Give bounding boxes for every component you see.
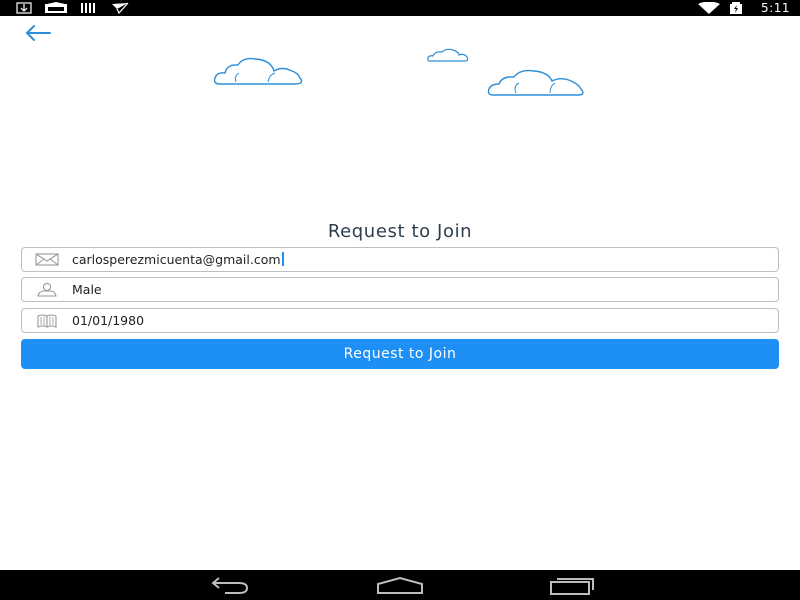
back-nav-icon[interactable] (205, 575, 253, 595)
person-icon (37, 282, 57, 297)
recents-nav-icon[interactable] (548, 575, 596, 595)
arrow-left-icon (26, 25, 51, 41)
calendar-icon (37, 314, 57, 328)
send-icon (112, 2, 129, 14)
cloud-icon (487, 69, 584, 96)
birthdate-value: 01/01/1980 (72, 313, 145, 328)
cloud-icon (427, 48, 469, 62)
navigation-bar (0, 570, 800, 600)
clock: 5:11 (761, 1, 790, 15)
email-text: carlosperezmicuenta@gmail.com (72, 252, 281, 267)
barcode-icon (81, 3, 95, 13)
back-button[interactable] (22, 22, 54, 44)
envelope-icon (35, 253, 59, 266)
cloud-icon (213, 57, 303, 85)
email-value: carlosperezmicuenta@gmail.com (72, 248, 284, 271)
battery-icon (730, 2, 742, 14)
download-icon (16, 2, 32, 14)
image-icon (45, 2, 67, 13)
request-to-join-screen: 5:11 Request to Join carlosperezmicuenta… (0, 0, 800, 600)
home-nav-icon[interactable] (375, 575, 425, 595)
wifi-icon (698, 2, 720, 14)
text-cursor (281, 252, 284, 266)
request-to-join-button[interactable]: Request to Join (21, 339, 779, 369)
page-title: Request to Join (327, 221, 473, 242)
gender-value: Male (72, 282, 102, 297)
gender-field[interactable]: Male (21, 277, 779, 302)
status-bar: 5:11 (0, 0, 800, 16)
email-field[interactable]: carlosperezmicuenta@gmail.com (21, 247, 779, 272)
birthdate-field[interactable]: 01/01/1980 (21, 308, 779, 333)
